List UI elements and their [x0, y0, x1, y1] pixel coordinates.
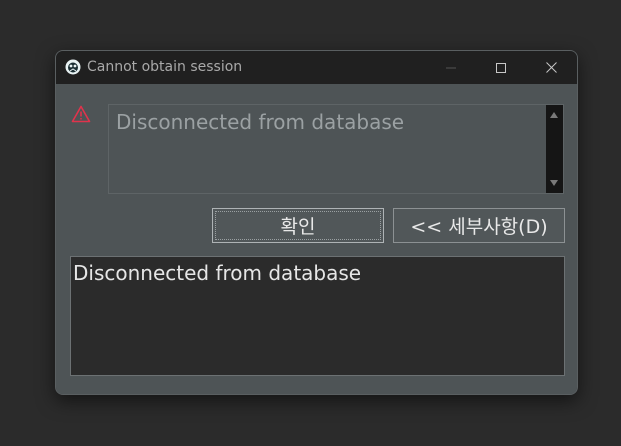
close-button[interactable]: [528, 51, 574, 84]
error-dialog: Cannot obtain session Disconnected from …: [55, 50, 578, 395]
message-text-area[interactable]: Disconnected from database: [108, 104, 564, 194]
details-button[interactable]: << 세부사항(D): [393, 208, 565, 243]
maximize-button[interactable]: [478, 51, 524, 84]
app-logo-icon: [65, 59, 81, 75]
details-button-label: << 세부사항(D): [410, 216, 548, 238]
title-bar[interactable]: Cannot obtain session: [56, 51, 577, 84]
maximize-icon: [496, 58, 506, 77]
ok-button-label: 확인: [280, 216, 316, 238]
details-message: Disconnected from database: [73, 261, 362, 285]
error-message: Disconnected from database: [116, 110, 405, 134]
minimize-button[interactable]: [428, 51, 474, 84]
vertical-scrollbar[interactable]: [546, 105, 563, 193]
scroll-down-arrow-icon[interactable]: [550, 180, 558, 186]
ok-button[interactable]: 확인: [212, 208, 384, 243]
dialog-content: Disconnected from database 확인 << 세부사항(D)…: [56, 84, 577, 394]
close-icon: [545, 58, 557, 77]
warning-icon: [71, 105, 91, 123]
details-text-area[interactable]: Disconnected from database: [70, 256, 565, 376]
window-title: Cannot obtain session: [87, 59, 243, 75]
scroll-up-arrow-icon[interactable]: [550, 112, 558, 118]
minimize-icon: [446, 58, 456, 77]
